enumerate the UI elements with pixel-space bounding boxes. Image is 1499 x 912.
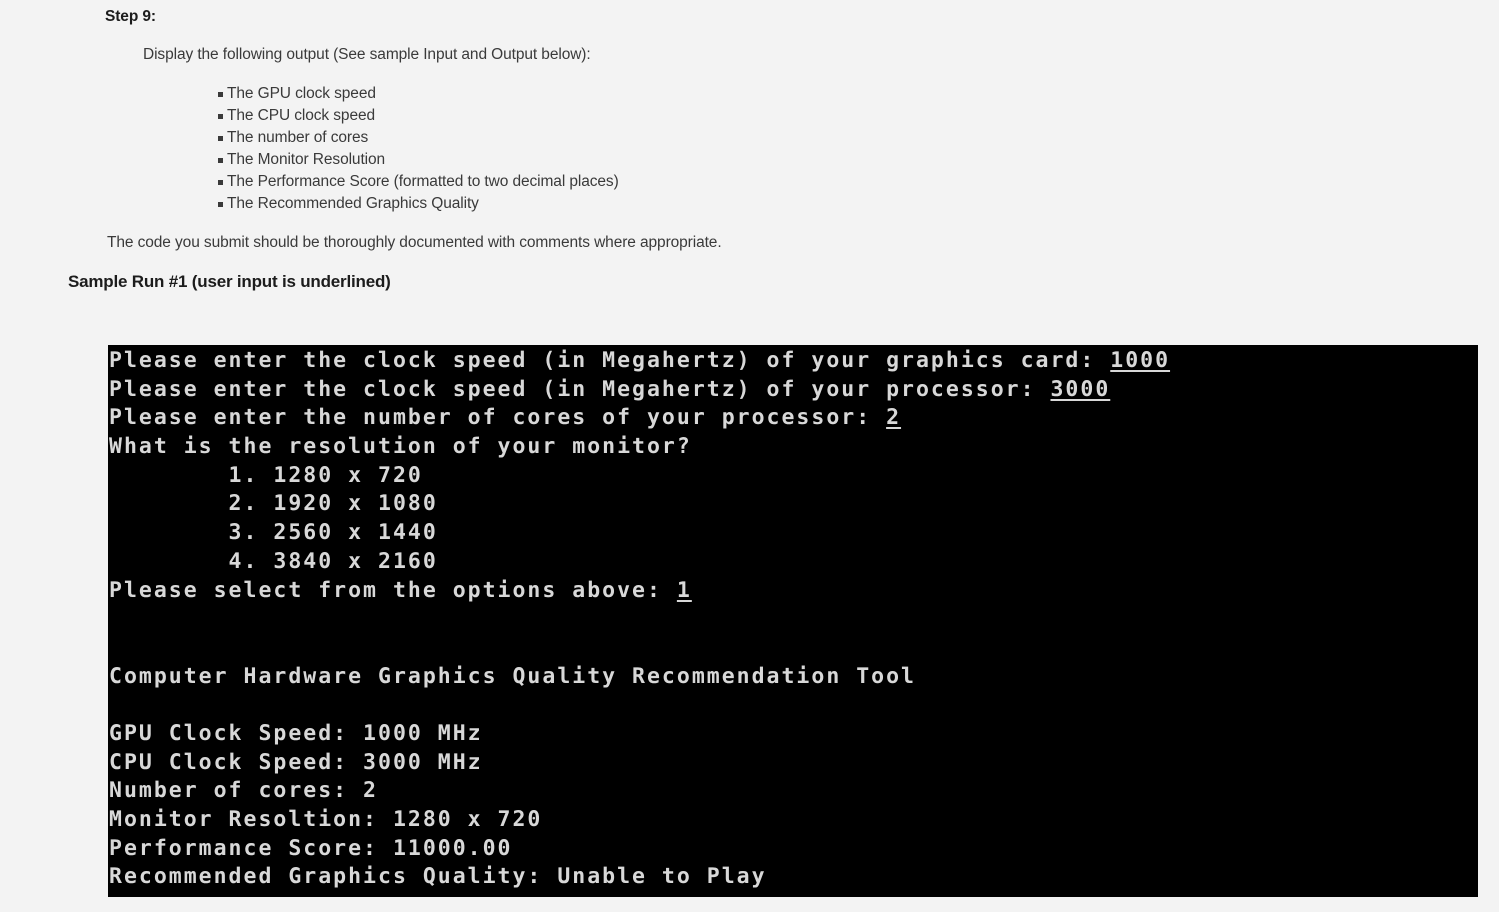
list-item: The Performance Score (formatted to two … — [205, 171, 619, 193]
list-item-label: The number of cores — [227, 129, 369, 146]
console-line: Performance Score: 11000.00 — [109, 835, 1478, 864]
console-line: Computer Hardware Graphics Quality Recom… — [109, 663, 1478, 692]
console-line-text: Please enter the clock speed (in Megaher… — [109, 348, 1111, 373]
console-line-text: Please enter the clock speed (in Megaher… — [109, 376, 1051, 402]
list-item: The Monitor Resolution — [205, 149, 619, 171]
list-item-label: The Recommended Graphics Quality — [227, 195, 479, 212]
console-user-input: 1000 — [1110, 348, 1171, 373]
square-bullet-icon — [218, 202, 223, 207]
square-bullet-icon — [218, 180, 223, 185]
sample-run-heading: Sample Run #1 (user input is underlined) — [68, 272, 391, 291]
console-line-text: Please enter the number of cores of your… — [109, 405, 887, 431]
console-line: CPU Clock Speed: 3000 MHz — [109, 749, 1478, 778]
console-line-text: Computer Hardware Graphics Quality Recom… — [109, 663, 916, 689]
console-line: Recommended Graphics Quality: Unable to … — [109, 863, 1478, 892]
step-heading: Step 9: — [105, 8, 156, 25]
list-item-label: The Monitor Resolution — [227, 151, 386, 168]
console-output-window: Please enter the clock speed (in Megaher… — [108, 345, 1478, 897]
instruction-paragraph: Display the following output (See sample… — [143, 46, 591, 63]
console-line-text: Monitor Resoltion: 1280 x 720 — [109, 807, 543, 832]
console-line-text: 1. 1280 x 720 — [109, 462, 423, 488]
console-line: 2. 1920 x 1080 — [109, 490, 1478, 519]
console-line: Please select from the options above: 1 — [109, 577, 1478, 606]
console-line: Please enter the clock speed (in Megaher… — [109, 376, 1478, 405]
console-line: Please enter the number of cores of your… — [109, 404, 1478, 433]
console-line-text: 2. 1920 x 1080 — [109, 491, 438, 517]
list-item-label: The Performance Score (formatted to two … — [227, 173, 619, 190]
list-item: The number of cores — [205, 127, 619, 149]
console-line: What is the resolution of your monitor? — [109, 433, 1478, 462]
console-line-text: Number of cores: 2 — [109, 778, 378, 804]
console-line-text: Recommended Graphics Quality: Unable to … — [109, 864, 767, 890]
square-bullet-icon — [218, 136, 223, 141]
documentation-note: The code you submit should be thoroughly… — [107, 234, 722, 251]
console-line-text: 4. 3840 x 2160 — [109, 548, 438, 574]
square-bullet-icon — [218, 92, 223, 97]
console-line: GPU Clock Speed: 1000 MHz — [109, 720, 1478, 749]
console-line: 4. 3840 x 2160 — [109, 548, 1478, 577]
console-user-input: 3000 — [1050, 376, 1111, 402]
console-line: 3. 2560 x 1440 — [109, 519, 1478, 548]
list-item: The CPU clock speed — [205, 105, 619, 127]
console-user-input: 2 — [886, 405, 902, 431]
console-line-text: What is the resolution of your monitor? — [109, 434, 692, 460]
list-item-label: The GPU clock speed — [227, 85, 376, 102]
list-item: The GPU clock speed — [205, 83, 619, 105]
console-line-text: Please select from the options above: — [109, 577, 677, 603]
console-line-text: CPU Clock Speed: 3000 MHz — [109, 749, 483, 775]
output-requirements-list: The GPU clock speed The CPU clock speed … — [205, 83, 619, 215]
square-bullet-icon — [218, 158, 223, 163]
console-line-text: 3. 2560 x 1440 — [109, 520, 438, 546]
console-line-text: GPU Clock Speed: 1000 MHz — [109, 720, 483, 746]
console-text: Please enter the clock speed (in Megaher… — [109, 347, 1478, 892]
console-line: Number of cores: 2 — [109, 777, 1478, 806]
page-root: Step 9: Display the following output (Se… — [0, 0, 1499, 912]
console-line-text: Performance Score: 11000.00 — [109, 835, 513, 861]
list-item-label: The CPU clock speed — [227, 107, 375, 124]
list-item: The Recommended Graphics Quality — [205, 193, 619, 215]
console-line: 1. 1280 x 720 — [109, 462, 1478, 491]
console-line: Please enter the clock speed (in Megaher… — [109, 347, 1478, 376]
square-bullet-icon — [218, 114, 223, 119]
console-line: Monitor Resoltion: 1280 x 720 — [109, 806, 1478, 835]
console-user-input: 1 — [676, 577, 692, 603]
